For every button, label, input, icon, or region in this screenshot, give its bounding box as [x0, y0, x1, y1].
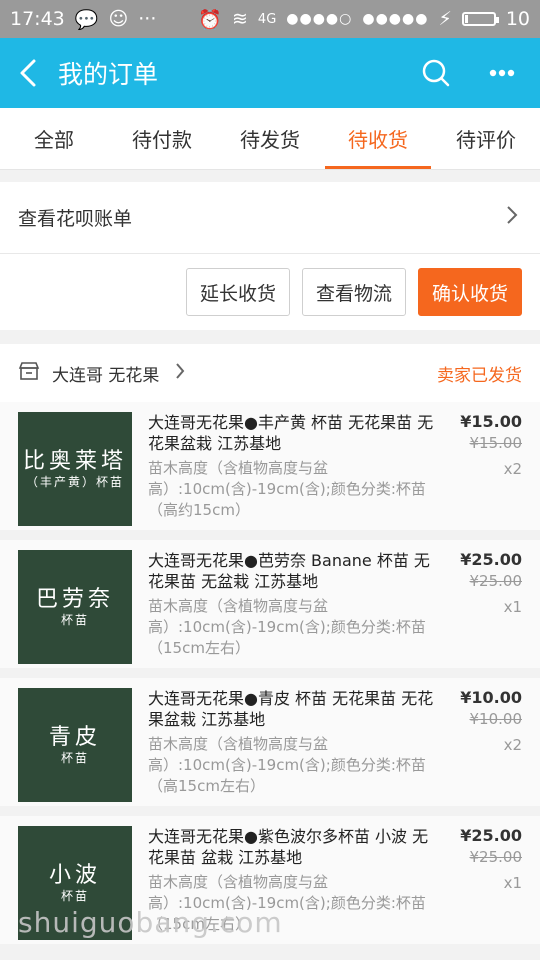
thumbnail-sub: （丰产黄）杯苗 — [25, 475, 124, 489]
chevron-right-icon — [506, 205, 518, 230]
order-actions: 延长收货 查看物流 确认收货 — [0, 254, 540, 330]
tab-all[interactable]: 全部 — [0, 108, 108, 169]
alarm-icon: ⏰ — [198, 8, 222, 31]
order-tabs: 全部 待付款 待发货 待收货 待评价 — [0, 108, 540, 170]
shop-name: 大连哥 无花果 — [52, 365, 160, 386]
clock: 17:43 — [10, 8, 65, 30]
chat-bubble-icon: 💬 — [74, 8, 99, 31]
shop-icon — [18, 361, 40, 386]
shop-chevron-icon — [175, 362, 185, 385]
more-notifications-icon: ··· — [138, 8, 157, 30]
tab-pending-receipt[interactable]: 待收货 — [324, 108, 432, 169]
shop-header[interactable]: 大连哥 无花果 卖家已发货 — [0, 344, 540, 402]
status-bar: 17:43 💬 ☺ ··· ⏰ ≋ 4G ●●●●○ ●●●●● ⚡ 10 — [0, 0, 540, 38]
page-title: 我的订单 — [58, 60, 159, 89]
price: ¥15.00 — [460, 412, 522, 431]
back-arrow-icon[interactable] — [8, 53, 48, 93]
view-logistics-button[interactable]: 查看物流 — [301, 268, 406, 316]
quantity: x2 — [503, 736, 522, 754]
network-label: 4G — [257, 11, 277, 27]
product-spec: 苗木高度（含植物高度与盆高）:10cm(含)-19cm(含);颜色分类:杯苗（高… — [148, 735, 426, 795]
search-icon[interactable] — [416, 53, 456, 93]
price: ¥25.00 — [460, 826, 522, 845]
extend-receipt-button[interactable]: 延长收货 — [185, 268, 290, 316]
watermark: shuiguobang.com — [18, 906, 283, 939]
huabei-bill-row[interactable]: 查看花呗账单 — [0, 182, 540, 254]
price: ¥10.00 — [460, 688, 522, 707]
quantity: x2 — [503, 460, 522, 478]
original-price: ¥25.00 — [469, 848, 523, 866]
signal-2-icon: ●●●●● — [362, 11, 429, 27]
battery-level: 10 — [505, 8, 530, 30]
thumbnail-label: 小波 — [48, 862, 101, 888]
product-thumbnail: 比奥莱塔 （丰产黄）杯苗 — [18, 412, 132, 526]
product-title: 大连哥无花果●丰产黄 杯苗 无花果苗 无花果盆栽 江苏基地 — [148, 413, 434, 453]
quantity: x1 — [503, 874, 522, 892]
list-item[interactable]: 巴劳奈 杯苗 大连哥无花果●芭劳奈 Banane 杯苗 无花果苗 无盆栽 江苏基地… — [0, 540, 540, 668]
list-item[interactable]: 比奥莱塔 （丰产黄）杯苗 大连哥无花果●丰产黄 杯苗 无花果苗 无花果盆栽 江苏基… — [0, 402, 540, 530]
app-header: 我的订单 — [0, 38, 540, 108]
thumbnail-label: 比奥莱塔 — [22, 448, 127, 474]
original-price: ¥10.00 — [469, 710, 523, 728]
smiley-icon: ☺ — [108, 8, 129, 30]
product-title: 大连哥无花果●芭劳奈 Banane 杯苗 无花果苗 无盆栽 江苏基地 — [148, 551, 430, 591]
original-price: ¥15.00 — [469, 434, 523, 452]
product-thumbnail: 巴劳奈 杯苗 — [18, 550, 132, 664]
thumbnail-sub: 杯苗 — [60, 751, 89, 765]
quantity: x1 — [503, 598, 522, 616]
more-icon[interactable] — [482, 53, 522, 93]
list-item[interactable]: 青皮 杯苗 大连哥无花果●青皮 杯苗 无花果苗 无花果盆栽 江苏基地 苗木高度（含… — [0, 678, 540, 806]
tab-pending-payment[interactable]: 待付款 — [108, 108, 216, 169]
price: ¥25.00 — [460, 550, 522, 569]
product-spec: 苗木高度（含植物高度与盆高）:10cm(含)-19cm(含);颜色分类:杯苗（高… — [148, 459, 426, 519]
item-list: 比奥莱塔 （丰产黄）杯苗 大连哥无花果●丰产黄 杯苗 无花果苗 无花果盆栽 江苏基… — [0, 402, 540, 944]
thumbnail-sub: 杯苗 — [60, 613, 89, 627]
thumbnail-label: 巴劳奈 — [35, 586, 114, 612]
tab-pending-review[interactable]: 待评价 — [432, 108, 540, 169]
order-status: 卖家已发货 — [437, 365, 522, 386]
thumbnail-sub: 杯苗 — [60, 889, 89, 903]
thumbnail-label: 青皮 — [48, 724, 101, 750]
product-title: 大连哥无花果●紫色波尔多杯苗 小波 无花果苗 盆栽 江苏基地 — [148, 827, 429, 867]
product-title: 大连哥无花果●青皮 杯苗 无花果苗 无花果盆栽 江苏基地 — [148, 689, 434, 729]
product-spec: 苗木高度（含植物高度与盆高）:10cm(含)-19cm(含);颜色分类:杯苗（1… — [148, 597, 426, 657]
original-price: ¥25.00 — [469, 572, 523, 590]
signal-icon: ●●●●○ — [286, 11, 353, 27]
battery-icon — [461, 12, 499, 26]
confirm-receipt-button[interactable]: 确认收货 — [417, 268, 522, 316]
tab-pending-shipment[interactable]: 待发货 — [216, 108, 324, 169]
product-thumbnail: 青皮 杯苗 — [18, 688, 132, 802]
huabei-label: 查看花呗账单 — [18, 208, 133, 230]
charging-icon: ⚡ — [438, 8, 452, 30]
wifi-icon: ≋ — [232, 8, 248, 30]
